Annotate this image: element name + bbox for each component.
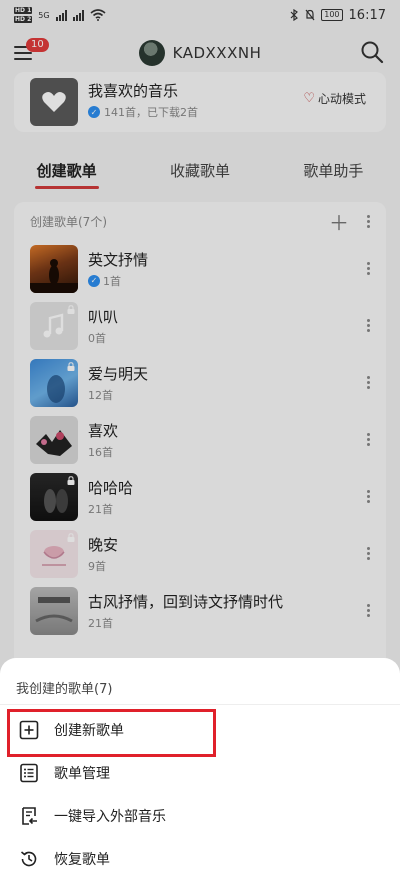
playlist-more-icon[interactable] bbox=[367, 433, 370, 446]
restore-icon bbox=[18, 848, 40, 870]
playlist-cover bbox=[30, 586, 78, 635]
playlist-more-icon[interactable] bbox=[367, 262, 370, 275]
playlist-name: 喜欢 bbox=[88, 421, 119, 440]
create-playlist-label: 创建新歌单 bbox=[54, 723, 124, 739]
playlist-more-icon[interactable] bbox=[367, 319, 370, 332]
playlist-list-header: 创建歌单(7个) ＋ bbox=[14, 202, 386, 240]
tab-collected-playlists[interactable]: 收藏歌单 bbox=[170, 160, 230, 185]
liked-music-subtitle: ✓ 141首，已下载2首 bbox=[88, 104, 198, 120]
liked-music-cover bbox=[30, 78, 78, 126]
verified-icon: ✓ bbox=[88, 106, 100, 118]
playlist-cover bbox=[30, 358, 78, 407]
search-icon[interactable] bbox=[360, 40, 384, 64]
lock-icon bbox=[67, 304, 75, 314]
restore-playlist-label: 恢复歌单 bbox=[54, 852, 110, 868]
playlist-item[interactable]: 爱与明天 12首 bbox=[14, 354, 386, 411]
status-bar: HD 1 HD 2 5G 100 16:17 bbox=[0, 0, 400, 30]
playlist-item[interactable]: 晚安 9首 bbox=[14, 525, 386, 582]
lock-icon bbox=[67, 361, 75, 371]
list-manage-icon bbox=[18, 762, 40, 784]
playlist-count: 21首 bbox=[88, 502, 113, 516]
tab-created-playlists[interactable]: 创建歌单 bbox=[34, 160, 99, 189]
playlist-tabs: 创建歌单 收藏歌单 歌单助手 bbox=[0, 152, 400, 192]
playlist-cover bbox=[30, 301, 78, 350]
liked-music-card[interactable]: 我喜欢的音乐 ✓ 141首，已下载2首 ♡ 心动模式 bbox=[14, 72, 386, 132]
playlist-item[interactable]: 哈哈哈 21首 bbox=[14, 468, 386, 525]
playlist-name: 英文抒情 bbox=[88, 250, 149, 269]
signal2-icon bbox=[72, 9, 84, 21]
hd1-label: HD 1 bbox=[14, 7, 33, 14]
network-label: 5G bbox=[38, 10, 50, 20]
avatar[interactable] bbox=[138, 40, 165, 66]
playlist-count: 16首 bbox=[88, 445, 113, 459]
playlist-more-icon[interactable] bbox=[367, 547, 370, 560]
wifi-icon bbox=[90, 9, 106, 21]
create-playlist-button[interactable]: 创建新歌单 bbox=[0, 710, 400, 750]
username[interactable]: KADXXXNH bbox=[173, 44, 262, 62]
playlist-cover bbox=[30, 244, 78, 293]
verified-icon: ✓ bbox=[88, 274, 100, 287]
playlist-cover bbox=[30, 472, 78, 521]
menu-icon-line bbox=[14, 52, 32, 54]
bottom-sheet: 我创建的歌单(7) 创建新歌单 歌单管理 一键导入外部音乐 恢复歌单 bbox=[0, 658, 400, 888]
import-music-button[interactable]: 一键导入外部音乐 bbox=[0, 796, 400, 836]
playlist-count: 21首 bbox=[88, 616, 113, 630]
playlist-name: 爱与明天 bbox=[88, 364, 149, 383]
playlist-item[interactable]: 古风抒情，回到诗文抒情时代 21首 bbox=[14, 582, 386, 639]
cover-image bbox=[35, 596, 73, 622]
playlist-count-label: 创建歌单(7个) bbox=[30, 214, 107, 229]
playlist-list: 创建歌单(7个) ＋ 英文抒情 ✓ 1首 叭叭 0首 爱与明天 12首 喜欢 1… bbox=[14, 202, 386, 722]
liked-music-title: 我喜欢的音乐 bbox=[88, 82, 179, 100]
heart-mode-label: 心动模式 bbox=[317, 92, 366, 106]
playlist-cover bbox=[30, 415, 78, 464]
playlist-name: 叭叭 bbox=[88, 307, 119, 326]
menu-icon-line bbox=[14, 58, 32, 60]
tab-playlist-assistant[interactable]: 歌单助手 bbox=[303, 160, 363, 185]
app-header: 10 KADXXXNH bbox=[0, 30, 400, 76]
hd-indicator: HD 1 HD 2 bbox=[14, 6, 33, 24]
playlist-count: 9首 bbox=[88, 559, 106, 573]
notification-badge: 10 bbox=[26, 38, 49, 52]
bluetooth-icon bbox=[290, 9, 299, 21]
import-music-label: 一键导入外部音乐 bbox=[54, 809, 166, 825]
playlist-more-icon[interactable] bbox=[367, 604, 370, 617]
playlist-name: 古风抒情，回到诗文抒情时代 bbox=[88, 592, 284, 611]
playlist-count: 0首 bbox=[88, 331, 106, 345]
plus-square-icon bbox=[18, 719, 40, 741]
playlist-more-icon[interactable] bbox=[367, 376, 370, 389]
menu-button[interactable]: 10 bbox=[14, 38, 49, 66]
cover-image bbox=[30, 258, 78, 293]
divider bbox=[0, 704, 400, 705]
sheet-title: 我创建的歌单(7) bbox=[16, 682, 113, 697]
heart-icon bbox=[42, 92, 66, 112]
user-profile[interactable]: KADXXXNH bbox=[138, 40, 262, 66]
playlist-item[interactable]: 英文抒情 ✓ 1首 bbox=[14, 240, 386, 297]
heart-mode-button[interactable]: ♡ 心动模式 bbox=[303, 90, 366, 107]
lock-icon bbox=[67, 532, 75, 542]
playlist-name: 哈哈哈 bbox=[88, 478, 134, 497]
more-options-icon[interactable] bbox=[367, 214, 370, 228]
playlist-count-text: 1首 bbox=[103, 274, 121, 288]
battery-icon: 100 bbox=[321, 9, 343, 21]
cover-image bbox=[36, 429, 72, 456]
import-icon bbox=[18, 805, 40, 827]
playlist-cover bbox=[30, 529, 78, 578]
manage-playlists-label: 歌单管理 bbox=[54, 766, 110, 782]
playlist-item[interactable]: 喜欢 16首 bbox=[14, 411, 386, 468]
mute-bell-icon bbox=[305, 9, 315, 21]
playlist-count: ✓ 1首 bbox=[88, 273, 148, 289]
manage-playlists-button[interactable]: 歌单管理 bbox=[0, 753, 400, 793]
hd2-label: HD 2 bbox=[14, 16, 33, 23]
playlist-item[interactable]: 叭叭 0首 bbox=[14, 297, 386, 354]
heart-outline-icon: ♡ bbox=[303, 91, 315, 106]
clock: 16:17 bbox=[348, 7, 386, 23]
liked-music-count: 141首，已下载2首 bbox=[104, 106, 198, 119]
playlist-name: 晚安 bbox=[88, 535, 119, 554]
playlist-more-icon[interactable] bbox=[367, 490, 370, 503]
lock-icon bbox=[67, 475, 75, 485]
add-playlist-icon[interactable]: ＋ bbox=[329, 207, 349, 236]
restore-playlist-button[interactable]: 恢复歌单 bbox=[0, 839, 400, 879]
playlist-count: 12首 bbox=[88, 388, 113, 402]
signal-icon bbox=[55, 9, 67, 21]
